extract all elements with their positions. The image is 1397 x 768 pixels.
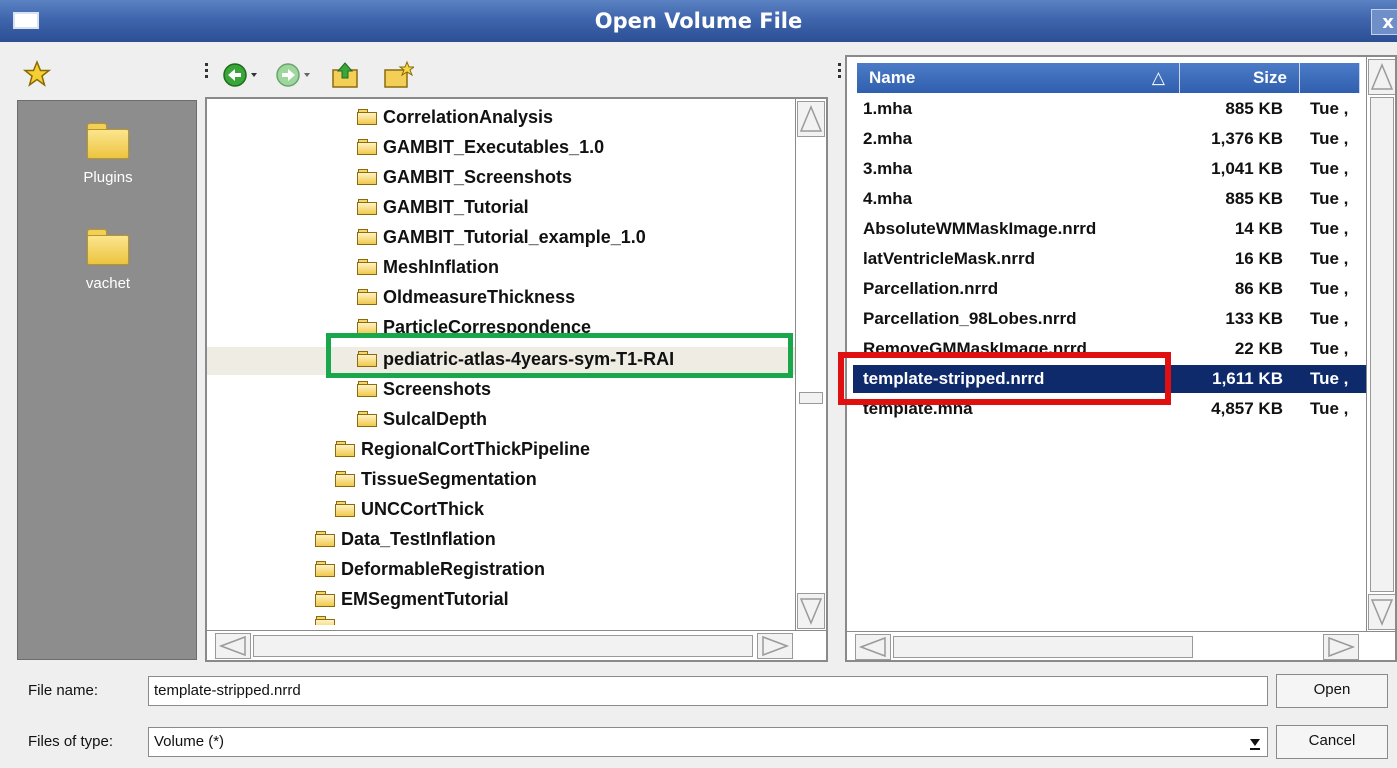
tree-item[interactable]: MeshInflation [357, 253, 499, 281]
forward-arrow-icon[interactable] [275, 60, 311, 90]
tree-item[interactable]: OldmeasureThickness [357, 283, 575, 311]
folder-icon [357, 381, 377, 397]
file-type-label: Files of type: [28, 733, 114, 750]
file-row[interactable]: Parcellation_98Lobes.nrrd 133 KB Tue , [853, 305, 1368, 333]
directory-tree: CorrelationAnalysis GAMBIT_Executables_1… [205, 97, 828, 662]
tree-item[interactable]: Screenshots [357, 375, 491, 403]
filelist-vertical-scrollbar[interactable] [1366, 57, 1395, 631]
scroll-up-arrow-icon[interactable] [1368, 59, 1395, 95]
folder-icon [335, 441, 355, 457]
file-name-input[interactable]: template-stripped.nrrd [148, 676, 1268, 706]
folder-icon [357, 411, 377, 427]
folder-icon [357, 199, 377, 215]
folder-icon [315, 531, 335, 547]
sort-ascending-icon: △ [1151, 68, 1165, 87]
tree-item[interactable]: ParticleCorrespondence [357, 313, 591, 333]
folder-icon [315, 591, 335, 607]
scroll-thumb[interactable] [1370, 97, 1394, 592]
file-row[interactable]: 3.mha 1,041 KB Tue , [853, 155, 1368, 183]
file-row[interactable]: Parcellation.nrrd 86 KB Tue , [853, 275, 1368, 303]
scroll-right-arrow-icon[interactable] [757, 633, 793, 659]
cancel-button[interactable]: Cancel [1276, 725, 1388, 759]
close-button[interactable]: x [1371, 9, 1397, 35]
places-sidebar: Plugins vachet [17, 100, 197, 660]
toolbar-separator [838, 60, 843, 88]
place-label: vachet [85, 275, 131, 292]
scroll-down-arrow-icon[interactable] [1368, 594, 1395, 630]
place-label: Plugins [83, 169, 133, 186]
scroll-thumb[interactable] [893, 636, 1193, 658]
toolbar-separator [205, 60, 210, 88]
tree-item[interactable]: GAMBIT_Tutorial [357, 193, 529, 221]
new-folder-icon[interactable] [382, 60, 416, 90]
dropdown-arrow-icon[interactable] [1249, 734, 1261, 750]
highlight-box-green [326, 333, 793, 378]
column-header-size[interactable]: Size [1180, 63, 1300, 93]
tree-item[interactable]: EMSegmentTutorial [315, 585, 509, 613]
file-row[interactable]: 4.mha 885 KB Tue , [853, 185, 1368, 213]
scroll-thumb[interactable] [799, 392, 823, 404]
scroll-up-arrow-icon[interactable] [797, 101, 825, 137]
column-header-name[interactable]: Name △ [857, 63, 1180, 93]
scroll-left-arrow-icon[interactable] [855, 634, 891, 660]
tree-item[interactable]: GAMBIT_Screenshots [357, 163, 572, 191]
folder-icon [357, 109, 377, 125]
tree-item[interactable]: UNCCortThick [335, 495, 484, 523]
tree-item[interactable]: DeformableRegistration [315, 555, 545, 583]
scroll-right-arrow-icon[interactable] [1323, 634, 1359, 660]
folder-icon [315, 561, 335, 577]
file-row[interactable]: latVentricleMask.nrrd 16 KB Tue , [853, 245, 1368, 273]
open-button[interactable]: Open [1276, 674, 1388, 708]
folder-icon [357, 229, 377, 245]
folder-icon [357, 289, 377, 305]
bookmark-star-icon[interactable] [22, 60, 52, 88]
folder-icon [87, 123, 129, 159]
tree-item[interactable]: GAMBIT_Executables_1.0 [357, 133, 604, 161]
scroll-left-arrow-icon[interactable] [215, 633, 251, 659]
scroll-down-arrow-icon[interactable] [797, 593, 825, 629]
tree-item[interactable]: GAMBIT_Tutorial_example_1.0 [357, 223, 646, 251]
tree-item[interactable]: TissueSegmentation [335, 465, 537, 493]
place-vachet[interactable]: vachet [18, 229, 198, 292]
window-menu-icon[interactable] [13, 12, 39, 29]
back-arrow-icon[interactable] [222, 60, 258, 90]
folder-icon [87, 229, 129, 265]
file-row[interactable]: 1.mha 885 KB Tue , [853, 95, 1368, 123]
file-type-select[interactable]: Volume (*) [148, 727, 1268, 757]
folder-icon [357, 169, 377, 185]
tree-vertical-scrollbar[interactable] [795, 99, 826, 630]
folder-icon [357, 139, 377, 155]
column-header-date[interactable] [1300, 63, 1360, 93]
tree-item[interactable]: SulcalDepth [357, 405, 487, 433]
tree-item[interactable]: CorrelationAnalysis [357, 103, 553, 131]
window-title: Open Volume File [594, 9, 803, 33]
folder-icon [335, 501, 355, 517]
file-name-label: File name: [28, 682, 99, 699]
folder-icon [357, 319, 377, 333]
tree-item[interactable]: RegionalCortThickPipeline [335, 435, 590, 463]
place-plugins[interactable]: Plugins [18, 123, 198, 186]
folder-icon [315, 615, 335, 625]
file-row[interactable]: 2.mha 1,376 KB Tue , [853, 125, 1368, 153]
tree-item[interactable]: Data_TestInflation [315, 525, 496, 553]
tree-horizontal-scrollbar[interactable] [207, 630, 826, 660]
file-type-value: Volume (*) [154, 733, 225, 750]
title-bar: Open Volume File [0, 0, 1397, 42]
highlight-box-red [838, 352, 1171, 405]
folder-icon [357, 259, 377, 275]
scroll-thumb[interactable] [253, 635, 753, 657]
filelist-horizontal-scrollbar[interactable] [847, 631, 1395, 660]
file-row[interactable]: AbsoluteWMMaskImage.nrrd 14 KB Tue , [853, 215, 1368, 243]
up-folder-icon[interactable] [330, 60, 362, 90]
folder-icon [335, 471, 355, 487]
